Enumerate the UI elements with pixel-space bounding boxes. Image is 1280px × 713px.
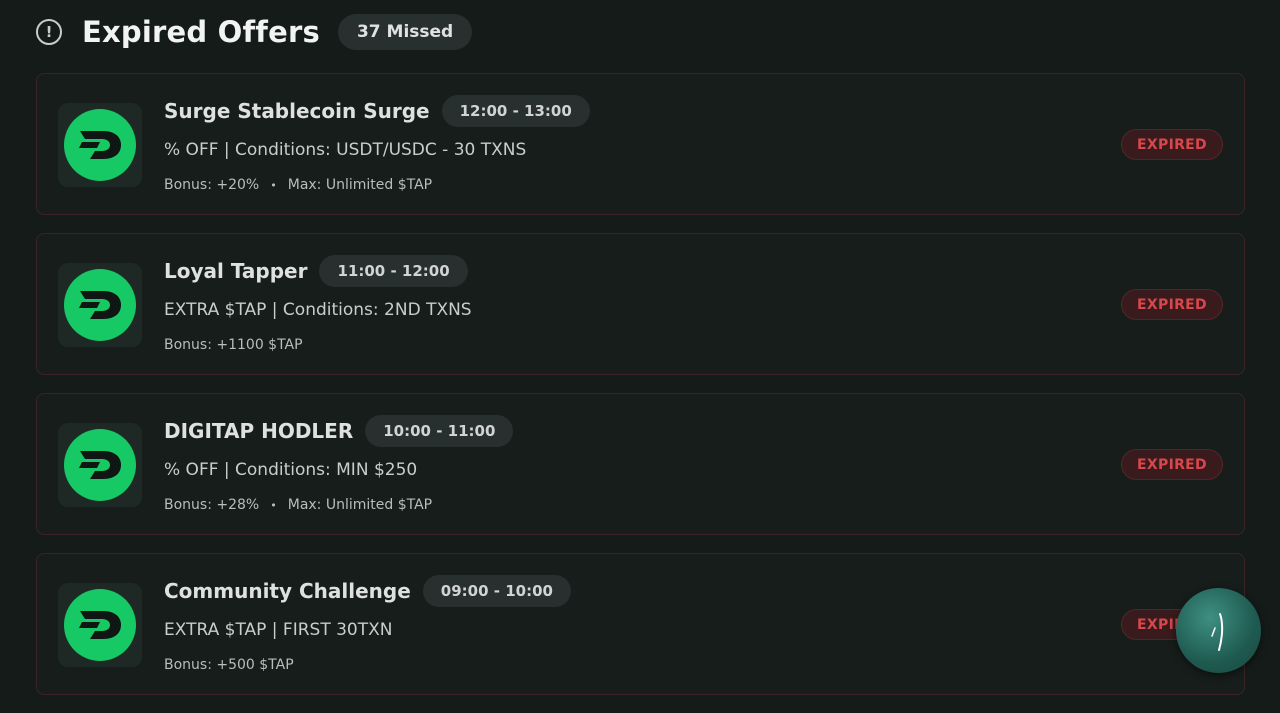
digitap-logo-icon — [64, 429, 136, 501]
offer-time-badge: 09:00 - 10:00 — [422, 575, 571, 607]
digitap-logo-icon — [64, 109, 136, 181]
offer-meta: Bonus: +500 $TAP — [164, 657, 294, 673]
offer-card[interactable]: Community Challenge 09:00 - 10:00 EXTRA … — [36, 553, 1245, 695]
page-header: ! Expired Offers 37 Missed — [36, 12, 473, 52]
chat-bubble-icon — [1210, 612, 1223, 651]
digitap-logo — [58, 103, 142, 187]
offer-title: Loyal Tapper — [164, 259, 308, 283]
offer-bonus: Bonus: +1100 $TAP — [164, 337, 303, 353]
offer-bonus: Bonus: +500 $TAP — [164, 657, 294, 673]
offer-bonus: Bonus: +20% — [164, 177, 260, 193]
offer-time-badge: 12:00 - 13:00 — [441, 95, 590, 127]
digitap-logo-icon — [64, 589, 136, 661]
digitap-logo-icon — [64, 269, 136, 341]
expired-badge: EXPIRED — [1121, 449, 1223, 480]
offer-meta: Bonus: +28% • Max: Unlimited $TAP — [164, 497, 432, 513]
offer-card[interactable]: Loyal Tapper 11:00 - 12:00 EXTRA $TAP | … — [36, 233, 1245, 375]
offer-bonus: Bonus: +28% — [164, 497, 260, 513]
missed-count-badge: 37 Missed — [337, 14, 473, 50]
expired-offers-list: Surge Stablecoin Surge 12:00 - 13:00 % O… — [36, 73, 1245, 713]
offer-description: EXTRA $TAP | Conditions: 2ND TXNS — [164, 300, 472, 320]
offer-max: Max: Unlimited $TAP — [287, 497, 433, 513]
offer-title: Community Challenge — [164, 579, 411, 603]
offer-meta: Bonus: +20% • Max: Unlimited $TAP — [164, 177, 432, 193]
separator-dot: • — [270, 178, 277, 192]
digitap-logo — [58, 583, 142, 667]
offer-max: Max: Unlimited $TAP — [287, 177, 433, 193]
digitap-logo — [58, 423, 142, 507]
digitap-logo — [58, 263, 142, 347]
expired-badge: EXPIRED — [1121, 129, 1223, 160]
exclamation-circle-icon: ! — [36, 19, 62, 45]
chat-floating-button[interactable] — [1176, 588, 1261, 673]
separator-dot: • — [270, 498, 277, 512]
offer-time-badge: 10:00 - 11:00 — [365, 415, 514, 447]
offer-card[interactable]: DIGITAP HODLER 10:00 - 11:00 % OFF | Con… — [36, 393, 1245, 535]
expired-badge: EXPIRED — [1121, 289, 1223, 320]
offer-description: EXTRA $TAP | FIRST 30TXN — [164, 620, 393, 640]
page-title: Expired Offers — [82, 15, 320, 49]
offer-description: % OFF | Conditions: USDT/USDC - 30 TXNS — [164, 140, 527, 160]
offer-card[interactable]: Surge Stablecoin Surge 12:00 - 13:00 % O… — [36, 73, 1245, 215]
offer-meta: Bonus: +1100 $TAP — [164, 337, 303, 353]
offer-title: DIGITAP HODLER — [164, 419, 354, 443]
offer-time-badge: 11:00 - 12:00 — [319, 255, 468, 287]
offer-description: % OFF | Conditions: MIN $250 — [164, 460, 418, 480]
offer-title: Surge Stablecoin Surge — [164, 99, 430, 123]
